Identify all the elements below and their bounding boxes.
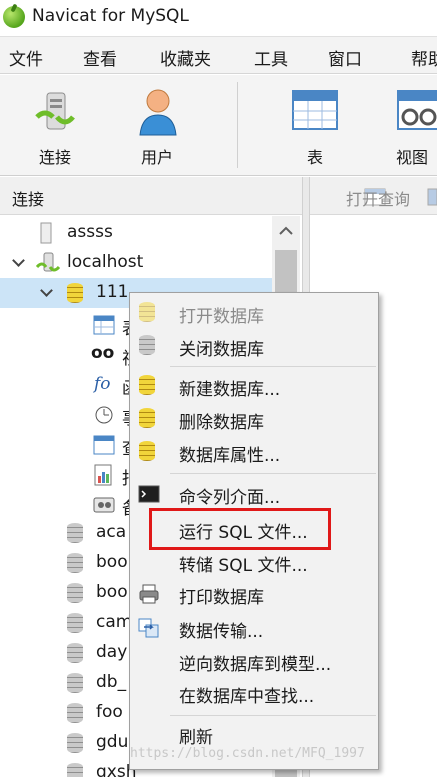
menu-item-data-transfer[interactable]: 数据传输... xyxy=(130,613,378,643)
user-button[interactable]: 用户 xyxy=(122,75,192,175)
query-icon xyxy=(93,435,115,455)
database-icon xyxy=(66,583,84,603)
annotation-highlight-box xyxy=(149,508,331,550)
chevron-down-icon[interactable] xyxy=(40,284,53,297)
menu-tools[interactable]: 工具 xyxy=(254,45,288,70)
tree-item-label: boo xyxy=(96,552,128,572)
menu-item-delete-database[interactable]: 删除数据库 xyxy=(130,404,378,434)
connection-icon xyxy=(36,252,60,272)
printer-icon xyxy=(139,584,159,604)
menu-item-reverse-to-model[interactable]: 逆向数据库到模型... xyxy=(130,646,378,676)
menu-item-dump-sql-file[interactable]: 转储 SQL 文件... xyxy=(130,547,378,577)
connections-header: 连接 xyxy=(0,177,302,215)
menu-item-refresh[interactable]: 刷新 xyxy=(130,719,378,749)
tree-item-assss[interactable]: assss xyxy=(0,218,272,248)
event-clock-icon xyxy=(95,406,113,424)
database-icon xyxy=(66,763,84,777)
database-icon xyxy=(66,673,84,693)
title-bar: Navicat for MySQL xyxy=(0,0,437,36)
menu-item-print-database[interactable]: 打印数据库 xyxy=(130,579,378,609)
menu-help[interactable]: 帮助 xyxy=(411,45,437,70)
connect-label: 连接 xyxy=(38,148,71,167)
server-icon xyxy=(40,222,52,244)
data-transfer-icon xyxy=(138,618,159,638)
tree-item-label: foo xyxy=(96,702,123,722)
database-delete-icon xyxy=(138,408,160,430)
view-button[interactable]: 视图 xyxy=(390,75,437,175)
main-toolbar: 连接 用户 表 视图 xyxy=(0,75,437,176)
navicat-logo-icon xyxy=(3,6,25,28)
toolbar-next-icon xyxy=(427,188,437,206)
view-icon xyxy=(397,90,437,130)
function-icon: fo xyxy=(94,374,111,394)
database-icon xyxy=(66,703,84,723)
chevron-down-icon[interactable] xyxy=(12,254,25,267)
database-icon xyxy=(66,553,84,573)
database-open-icon xyxy=(138,302,160,324)
tree-item-label: db_ xyxy=(96,672,127,692)
connect-button[interactable]: 连接 xyxy=(20,75,90,175)
tree-item-localhost[interactable]: localhost xyxy=(0,248,272,278)
menu-item-database-properties[interactable]: 数据库属性... xyxy=(130,437,378,467)
menu-window[interactable]: 窗口 xyxy=(328,45,362,70)
menu-item-new-database[interactable]: 新建数据库... xyxy=(130,371,378,401)
tree-item-label: localhost xyxy=(67,252,144,272)
menu-file[interactable]: 文件 xyxy=(9,45,43,70)
database-properties-icon xyxy=(138,441,160,463)
database-open-icon xyxy=(66,283,84,303)
menu-item-console[interactable]: 命令列介面... xyxy=(130,479,378,509)
tree-item-label: boo xyxy=(96,582,128,602)
database-icon xyxy=(66,613,84,633)
database-close-icon xyxy=(138,335,160,357)
database-icon xyxy=(66,733,84,753)
report-icon xyxy=(94,464,112,486)
tree-item-label: 111 xyxy=(96,282,129,302)
database-icon xyxy=(66,523,84,543)
view-label: 视图 xyxy=(396,148,429,167)
connection-icon xyxy=(35,92,75,130)
tree-item-label: aca xyxy=(96,522,127,542)
table-label: 表 xyxy=(306,148,323,167)
menu-bar: 文件 查看 收藏夹 工具 窗口 帮助 xyxy=(0,36,437,74)
menu-item-open-database[interactable]: 打开数据库 xyxy=(130,298,378,328)
connections-header-label: 连接 xyxy=(12,190,45,209)
menu-view[interactable]: 查看 xyxy=(83,45,117,70)
menu-favorites[interactable]: 收藏夹 xyxy=(160,45,211,70)
tree-item-label: gdu xyxy=(96,732,129,752)
user-icon xyxy=(139,89,177,136)
table-icon xyxy=(292,90,338,130)
tree-item-label: assss xyxy=(67,222,113,242)
window-title: Navicat for MySQL xyxy=(32,6,189,26)
database-add-icon xyxy=(138,375,160,397)
user-label: 用户 xyxy=(140,148,173,167)
backup-icon xyxy=(93,497,115,513)
tree-item-label: cam xyxy=(96,612,133,632)
menu-item-find-in-database[interactable]: 在数据库中查找... xyxy=(130,678,378,708)
console-icon xyxy=(138,485,160,503)
watermark: https://blog.csdn.net/MFQ_1997 xyxy=(130,746,365,761)
menu-item-close-database[interactable]: 关闭数据库 xyxy=(130,331,378,361)
database-icon xyxy=(66,643,84,663)
menu-separator xyxy=(170,473,376,474)
menu-separator xyxy=(170,715,376,716)
table-icon xyxy=(93,315,115,335)
scroll-up-arrow-icon[interactable] xyxy=(272,216,300,246)
toolbar-divider xyxy=(237,82,238,168)
table-button[interactable]: 表 xyxy=(280,75,350,175)
view-glasses-icon: oo xyxy=(91,343,115,363)
tree-item-label: day xyxy=(96,642,128,662)
open-query-button[interactable]: 打开查询 xyxy=(346,186,410,210)
menu-separator xyxy=(170,366,376,367)
